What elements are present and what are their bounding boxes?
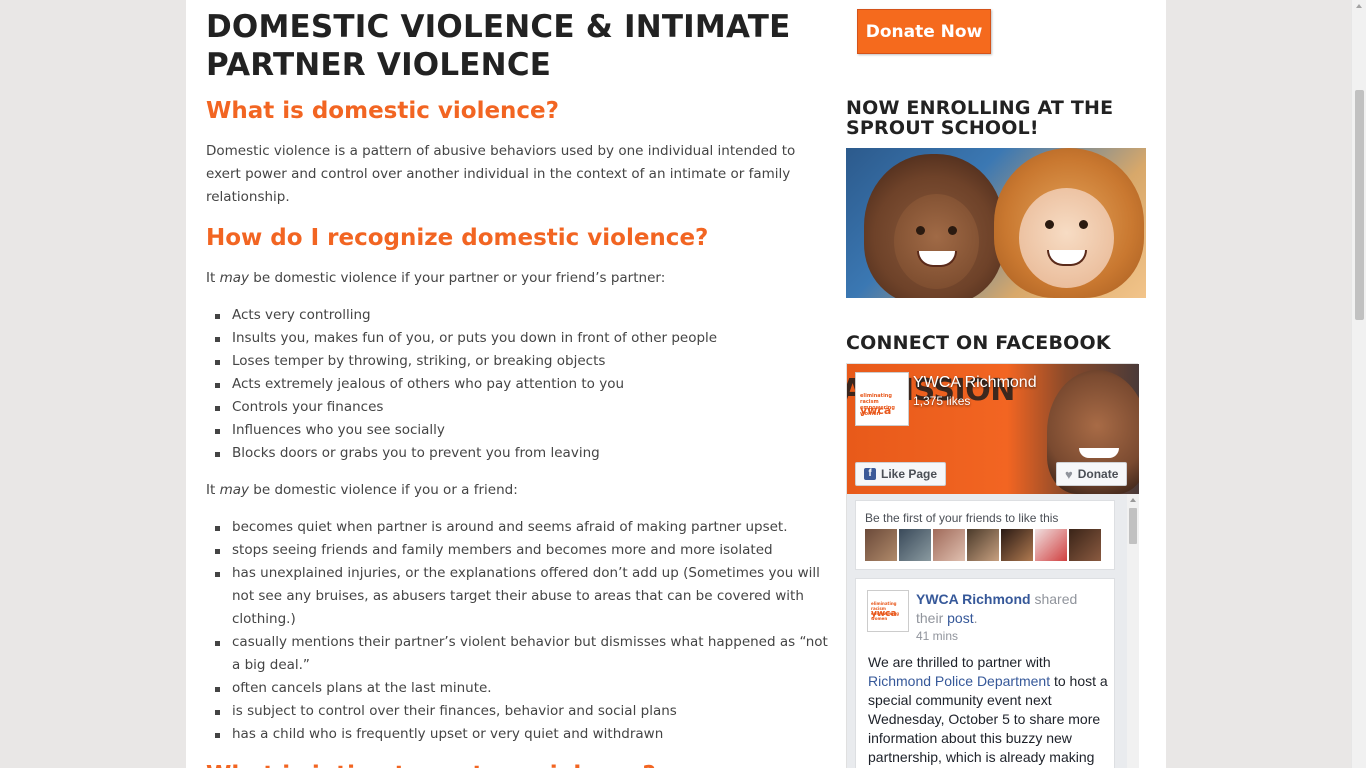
facebook-feed: Be the first of your friends to like thi… <box>847 494 1127 768</box>
avatar[interactable] <box>899 529 931 561</box>
page-title: DOMESTIC VIOLENCE & INTIMATE PARTNER VIO… <box>206 9 791 83</box>
logo-text: ywca <box>860 404 892 417</box>
like-page-button[interactable]: f Like Page <box>855 462 947 486</box>
list-item: is subject to control over their finance… <box>206 700 831 723</box>
intro-partner-post: be domestic violence if your partner or … <box>249 270 666 286</box>
intro-friend-emphasis: may <box>219 482 249 498</box>
child-photo-left <box>864 154 1004 298</box>
scroll-up-arrow-icon[interactable] <box>1356 4 1362 8</box>
facebook-donate-label: Donate <box>1077 467 1119 481</box>
facebook-likes-count: 1,375 likes <box>913 394 971 408</box>
facebook-page-widget: A MISSION eliminating racism empowering … <box>846 363 1139 768</box>
post-header: YWCA Richmond shared their post. <box>916 590 1106 628</box>
list-item: Loses temper by throwing, striking, or b… <box>206 350 831 373</box>
intro-friend-post: be domestic violence if you or a friend: <box>249 482 518 498</box>
section-heading-recognize-dv: How do I recognize domestic violence? <box>206 225 709 251</box>
dv-definition-text: Domestic violence is a pattern of abusiv… <box>206 143 796 205</box>
list-item: Blocks doors or grabs you to prevent you… <box>206 442 831 465</box>
facebook-page-name[interactable]: YWCA Richmond <box>913 374 1037 392</box>
intro-partner-emphasis: may <box>219 270 249 286</box>
scrollbar-thumb[interactable] <box>1129 508 1137 544</box>
section-heading-what-is-dv: What is domestic violence? <box>206 98 559 124</box>
intro-friend-pre: It <box>206 482 220 498</box>
list-item: has unexplained injuries, or the explana… <box>206 562 831 631</box>
section-heading-ipv: What is intimate partner violence? <box>206 760 831 768</box>
heart-icon: ♥ <box>1065 466 1073 482</box>
friend-avatars <box>865 529 1101 561</box>
donate-now-button[interactable]: Donate Now <box>857 9 991 54</box>
avatar[interactable] <box>1001 529 1033 561</box>
post-body-pre: We are thrilled to partner with <box>868 654 1051 670</box>
list-item: has a child who is frequently upset or v… <box>206 723 831 746</box>
list-item: Controls your finances <box>206 396 831 419</box>
page-content: DOMESTIC VIOLENCE & INTIMATE PARTNER VIO… <box>186 0 1166 768</box>
post-logo-text: ywca <box>871 609 897 619</box>
like-page-label: Like Page <box>881 467 938 481</box>
facebook-cover-image[interactable]: A MISSION eliminating racism empowering … <box>847 364 1139 494</box>
post-author-link[interactable]: YWCA Richmond <box>916 591 1031 607</box>
avatar[interactable] <box>1069 529 1101 561</box>
facebook-heading: CONNECT ON FACEBOOK <box>846 332 1111 354</box>
avatar[interactable] <box>967 529 999 561</box>
friends-like-text: Be the first of your friends to like thi… <box>865 511 1059 525</box>
post-body: We are thrilled to partner with Richmond… <box>868 653 1108 767</box>
list-item: Insults you, makes fun of you, or puts y… <box>206 327 831 350</box>
list-item: Acts very controlling <box>206 304 831 327</box>
list-item: often cancels plans at the last minute. <box>206 677 831 700</box>
facebook-scrollbar[interactable] <box>1127 494 1139 768</box>
intro-partner-pre: It <box>206 270 220 286</box>
page-scrollbar-thumb[interactable] <box>1355 90 1364 320</box>
friends-like-box: Be the first of your friends to like thi… <box>855 500 1115 570</box>
post-author-logo[interactable]: eliminating racism empowering women ywca <box>867 590 909 632</box>
avatar[interactable] <box>933 529 965 561</box>
scroll-up-icon[interactable] <box>1130 498 1136 502</box>
sprout-school-image[interactable] <box>846 148 1146 298</box>
post-link[interactable]: post <box>947 610 973 626</box>
ywca-logo[interactable]: eliminating racism empowering women ywca <box>855 372 909 426</box>
child-photo-right <box>994 148 1144 298</box>
main-column: DOMESTIC VIOLENCE & INTIMATE PARTNER VIO… <box>206 0 831 768</box>
page-scrollbar[interactable] <box>1351 0 1366 768</box>
list-item: becomes quiet when partner is around and… <box>206 516 831 539</box>
avatar[interactable] <box>865 529 897 561</box>
facebook-icon: f <box>864 468 876 480</box>
list-item: casually mentions their partner’s violen… <box>206 631 831 677</box>
intro-partner-text: It may be domestic violence if your part… <box>206 267 831 290</box>
facebook-post: eliminating racism empowering women ywca… <box>855 578 1115 768</box>
list-item: Influences who you see socially <box>206 419 831 442</box>
partner-signs-list: Acts very controlling Insults you, makes… <box>206 304 831 465</box>
post-timestamp[interactable]: 41 mins <box>916 629 958 643</box>
list-item: stops seeing friends and family members … <box>206 539 831 562</box>
richmond-police-link[interactable]: Richmond Police Department <box>868 673 1050 689</box>
avatar[interactable] <box>1035 529 1067 561</box>
enroll-heading: NOW ENROLLING AT THE SPROUT SCHOOL! <box>846 97 1114 139</box>
facebook-donate-button[interactable]: ♥ Donate <box>1056 462 1128 486</box>
intro-friend-text: It may be domestic violence if you or a … <box>206 479 831 502</box>
post-period: . <box>973 610 978 626</box>
friend-signs-list: becomes quiet when partner is around and… <box>206 516 831 746</box>
list-item: Acts extremely jealous of others who pay… <box>206 373 831 396</box>
